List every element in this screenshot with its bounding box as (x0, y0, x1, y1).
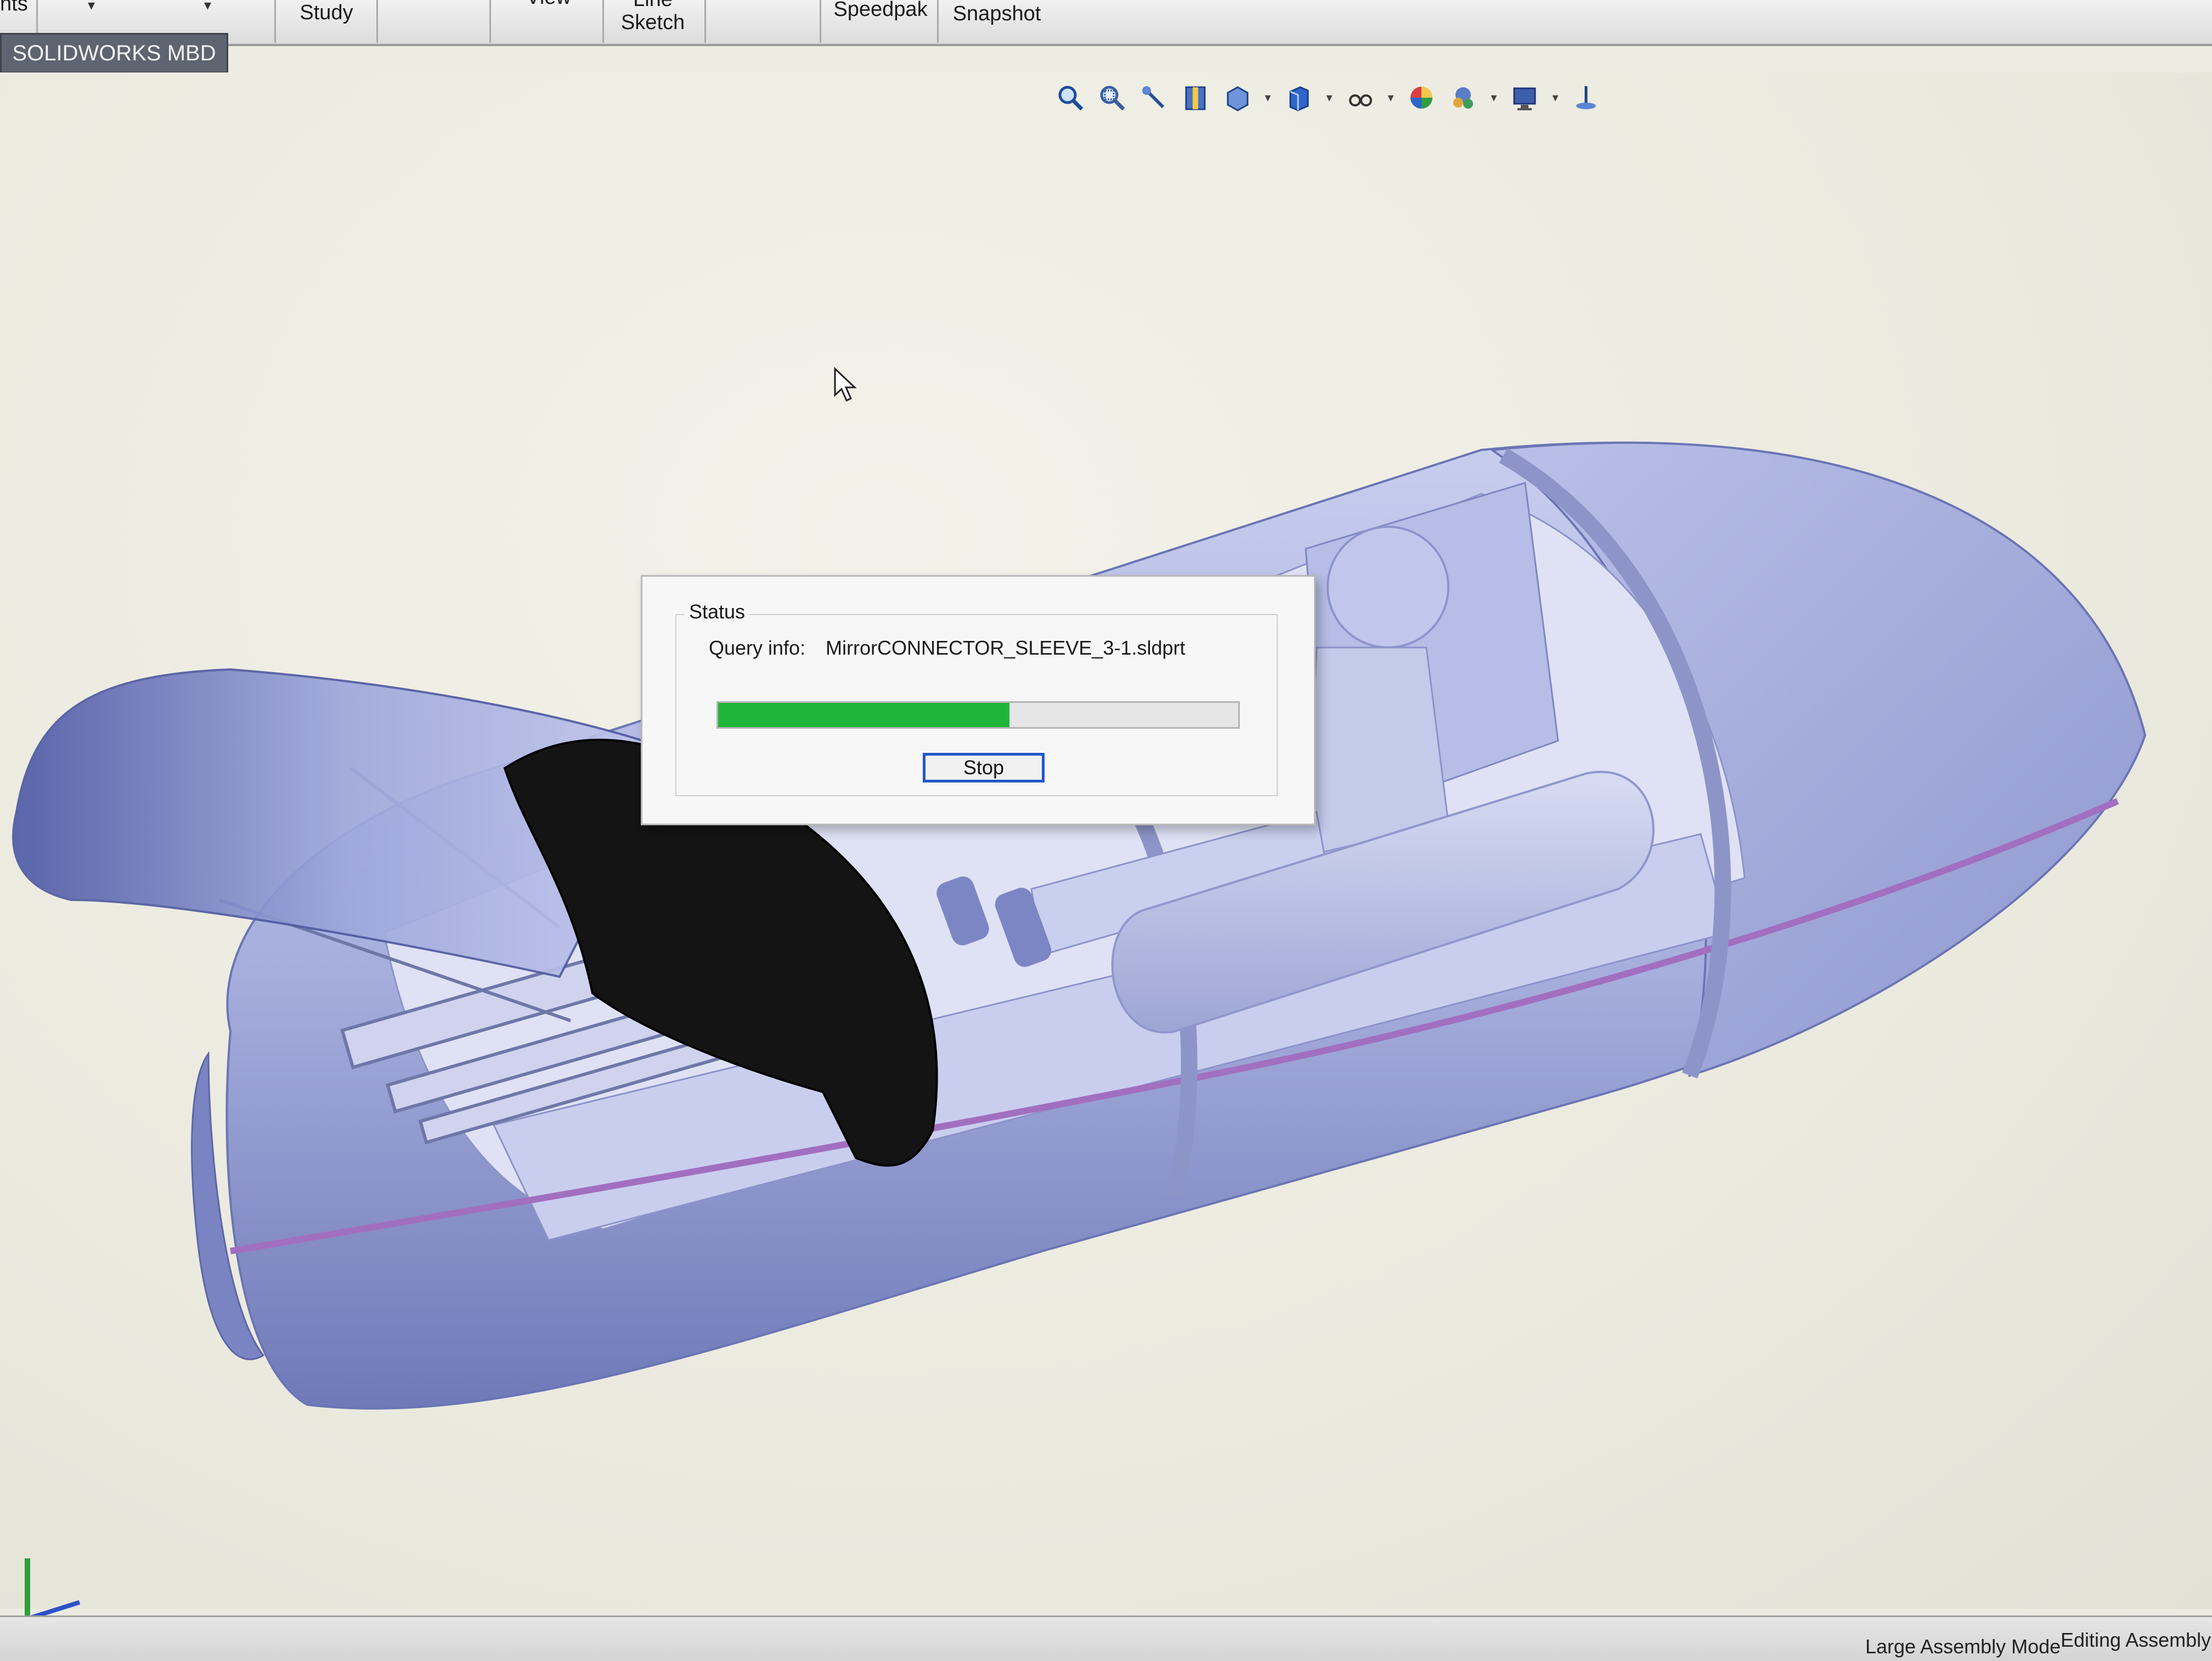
ribbon-separator (376, 0, 378, 43)
zoom-to-area-icon[interactable] (1095, 81, 1129, 115)
graphics-area[interactable] (0, 72, 2212, 1609)
chevron-down-icon[interactable]: ▾ (1262, 91, 1274, 105)
section-view-icon[interactable] (1178, 81, 1212, 115)
view-orientation-icon[interactable] (1220, 81, 1254, 115)
chevron-down-icon[interactable]: ▾ (1488, 91, 1500, 105)
command-manager: nts ▾ ▾ Study View Line Sketch Speedpak … (0, 0, 2212, 46)
apply-scene-icon[interactable] (1446, 81, 1480, 115)
ribbon-separator (274, 0, 276, 43)
chevron-down-icon[interactable]: ▾ (204, 0, 211, 14)
heads-up-view-toolbar: ▾ ▾ ▾ ▾ ▾ (1053, 75, 1603, 121)
zoom-to-fit-icon[interactable] (1053, 81, 1087, 115)
hide-show-items-icon[interactable] (1343, 81, 1377, 115)
pod-vehicle-model[interactable] (0, 72, 2212, 1609)
tab-solidworks-mbd[interactable]: SOLIDWORKS MBD (0, 33, 228, 74)
chevron-down-icon[interactable]: ▾ (1549, 91, 1561, 105)
ribbon-item-line-sketch[interactable]: Line Sketch (603, 0, 702, 34)
statusbar-mode: Large Assembly Mode (1865, 1635, 2061, 1658)
ribbon-separator (704, 0, 706, 43)
edit-appearance-icon[interactable] (1404, 81, 1438, 115)
mouse-pointer-icon (834, 367, 857, 402)
ribbon-item-view[interactable]: View (494, 0, 603, 30)
query-info-value: MirrorCONNECTOR_SLEEVE_3-1.sldprt (826, 637, 1186, 659)
status-group-title: Status (685, 600, 750, 623)
query-info-label: Query info: (709, 637, 806, 659)
display-style-icon[interactable] (1282, 81, 1316, 115)
chevron-down-icon[interactable]: ▾ (1385, 91, 1397, 105)
progress-bar-fill (718, 703, 1009, 727)
ribbon-separator (937, 0, 939, 43)
ribbon-separator (489, 0, 491, 43)
previous-view-icon[interactable] (1137, 81, 1171, 115)
chevron-down-icon[interactable]: ▾ (1323, 91, 1335, 105)
stop-button[interactable]: Stop (923, 753, 1045, 782)
ribbon-separator (820, 0, 821, 43)
statusbar-editing: Editing Assembly (2061, 1629, 2211, 1651)
view-settings-icon[interactable] (1508, 81, 1542, 115)
pilot-head (1327, 526, 1449, 649)
progress-bar (716, 701, 1240, 729)
ribbon-item-snapshot[interactable]: Snapshot (939, 2, 1054, 46)
triad-view-icon[interactable] (1569, 81, 1603, 115)
ribbon-item-speedpak[interactable]: Speedpak (823, 0, 938, 42)
ribbon-item-partial[interactable]: nts (0, 0, 33, 36)
ribbon-item-study[interactable]: Study (280, 0, 373, 45)
chevron-down-icon[interactable]: ▾ (88, 0, 95, 14)
